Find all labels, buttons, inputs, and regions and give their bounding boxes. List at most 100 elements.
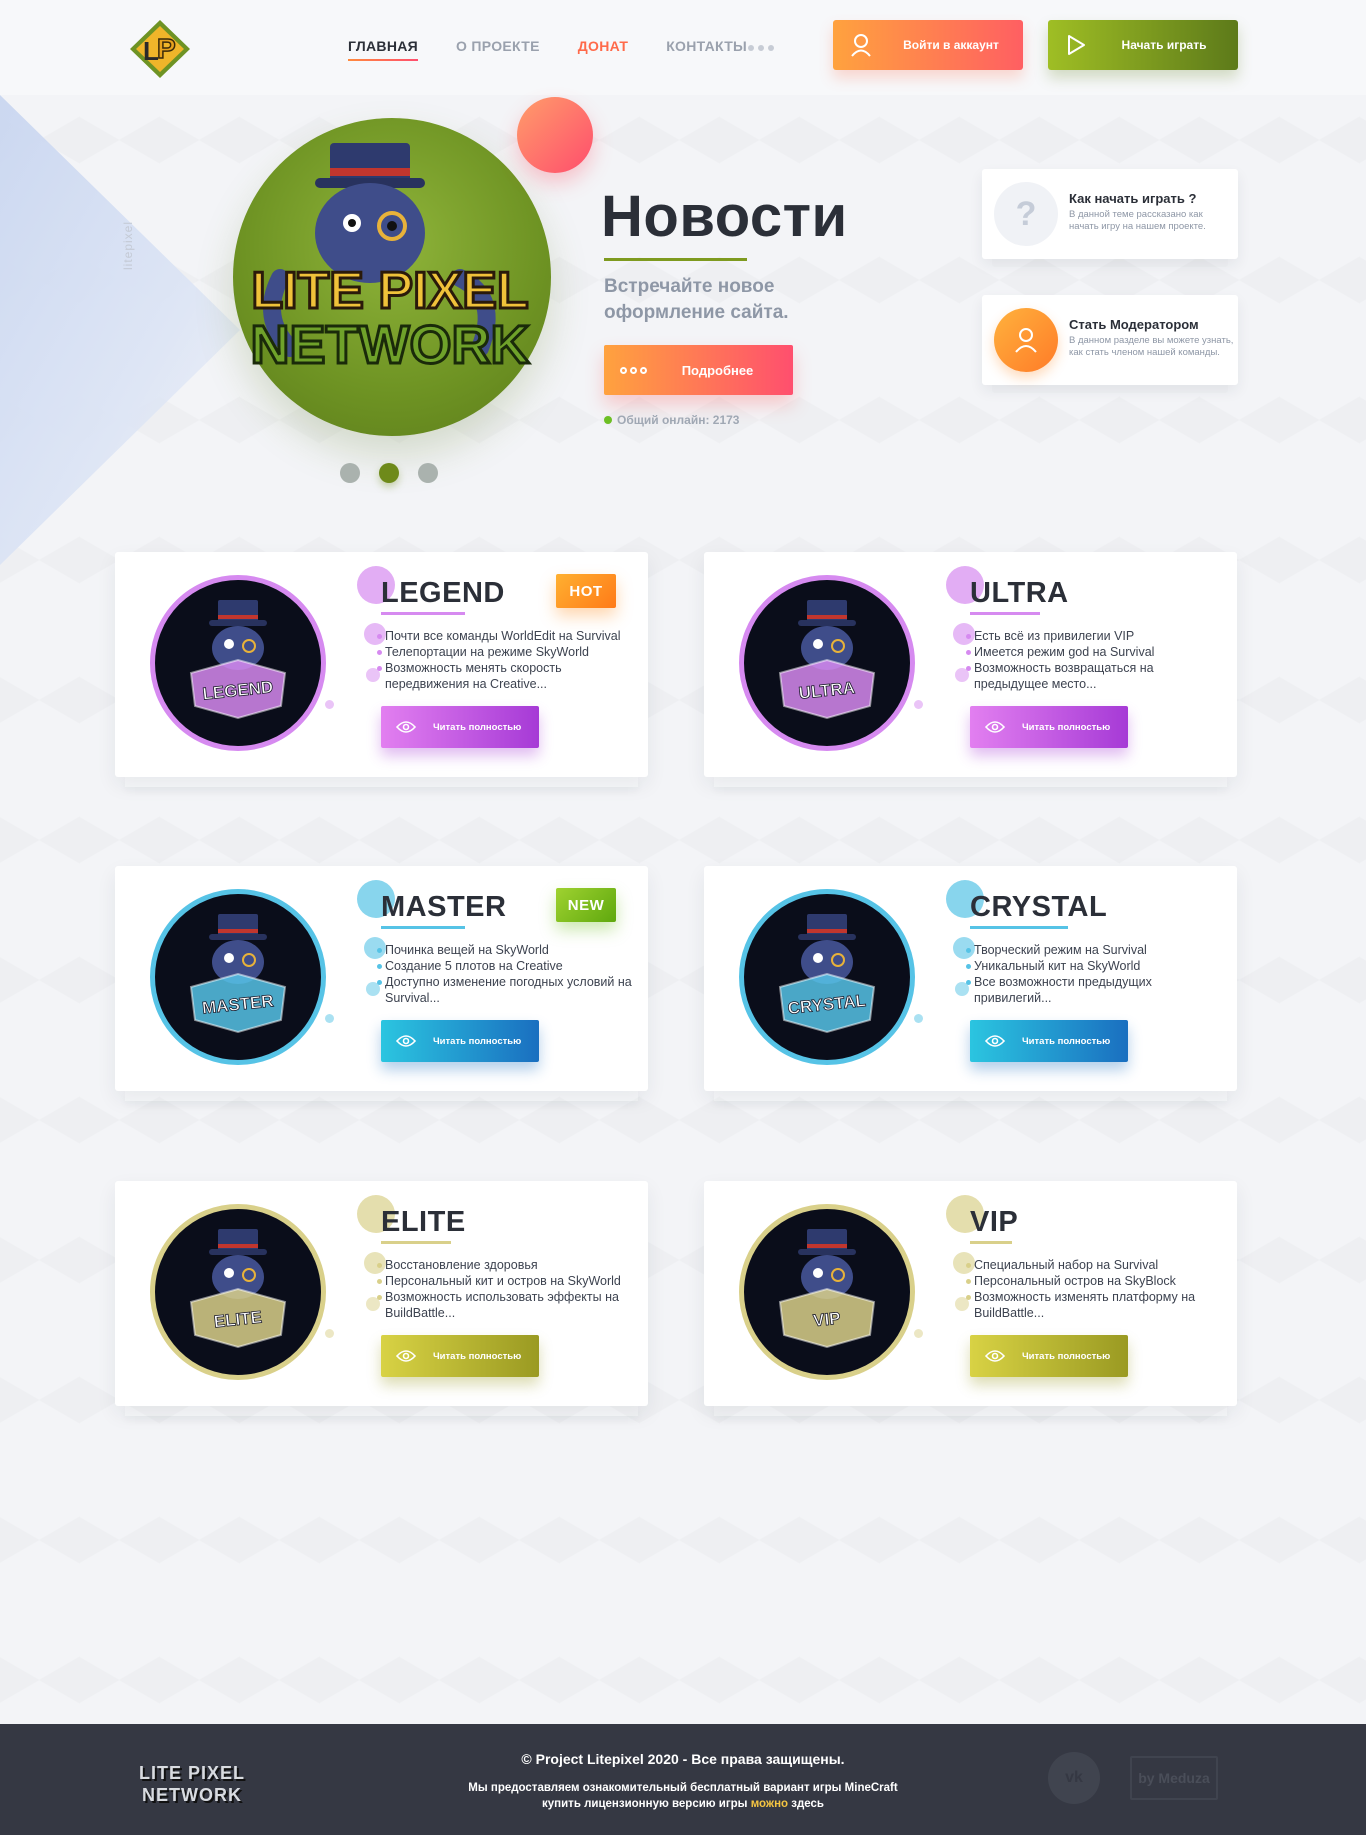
feature-item: Персональный остров на SkyBlock xyxy=(966,1273,1231,1289)
main-nav: ГЛАВНАЯ О ПРОЕКТЕ ДОНАТ КОНТАКТЫ xyxy=(348,38,785,61)
feature-item: Почти все команды WorldEdit на Survival xyxy=(377,628,642,644)
feature-item: Телепортации на режиме SkyWorld xyxy=(377,644,642,660)
eye-icon xyxy=(970,1349,1020,1363)
site-logo[interactable]: L P xyxy=(128,18,192,80)
slider-pagination xyxy=(340,463,438,483)
slider-dot-2[interactable] xyxy=(379,463,399,483)
hero-logo-line1: LITE PIXEL xyxy=(251,262,528,320)
more-button[interactable]: Подробнее xyxy=(604,345,793,395)
buy-license-link[interactable]: можно xyxy=(751,1798,788,1810)
privilege-title: LEGEND xyxy=(381,577,505,609)
privilege-emblem: CRYSTAL xyxy=(739,889,915,1065)
privilege-card-elite: ELITE ELITE Восстановление здоровья Персо… xyxy=(115,1181,648,1424)
nav-contacts[interactable]: КОНТАКТЫ xyxy=(666,38,747,54)
read-more-button[interactable]: Читать полностью xyxy=(970,706,1128,748)
login-label: Войти в аккаунт xyxy=(903,38,999,52)
user-icon xyxy=(833,20,889,70)
info-card-title: Как начать играть ? xyxy=(1069,191,1197,206)
nav-home[interactable]: ГЛАВНАЯ xyxy=(348,38,419,61)
read-more-button[interactable]: Читать полностью xyxy=(970,1335,1128,1377)
hero-logo-line2: NETWORK xyxy=(251,315,530,375)
privilege-emblem: ELITE xyxy=(150,1204,326,1380)
info-card-title: Стать Модератором xyxy=(1069,317,1199,332)
privilege-title: CRYSTAL xyxy=(970,891,1108,923)
eye-icon xyxy=(970,1034,1020,1048)
hero-underline xyxy=(604,258,747,261)
online-counter: Общий онлайн: 2173 xyxy=(604,413,739,427)
read-more-button[interactable]: Читать полностью xyxy=(970,1020,1128,1062)
title-underline xyxy=(970,612,1040,615)
privilege-emblem: LEGEND xyxy=(150,575,326,751)
decor-bubble xyxy=(325,1014,334,1023)
feature-item: Возможность использовать эффекты на Buil… xyxy=(377,1289,642,1321)
slider-dot-1[interactable] xyxy=(340,463,360,483)
title-underline xyxy=(970,1241,1012,1244)
footer-note-text: здесь xyxy=(788,1798,824,1810)
slider-dot-3[interactable] xyxy=(418,463,438,483)
feature-item: Персональный кит и остров на SkyWorld xyxy=(377,1273,642,1289)
read-more-button[interactable]: Читать полностью xyxy=(381,1020,539,1062)
feature-item: Все возможности предыдущих привилегий... xyxy=(966,974,1231,1006)
eye-icon xyxy=(381,720,431,734)
read-more-label: Читать полностью xyxy=(433,1035,522,1047)
privilege-card-master: MASTER MASTER Починка вещей на SkyWorld С… xyxy=(115,866,648,1109)
badge-new: NEW xyxy=(556,888,616,922)
title-underline xyxy=(381,1241,451,1244)
footer: LITE PIXEL NETWORK © Project Litepixel 2… xyxy=(0,1724,1366,1835)
feature-item: Доступно изменение погодных условий на S… xyxy=(377,974,642,1006)
feature-list: Починка вещей на SkyWorld Создание 5 плот… xyxy=(377,942,642,1006)
read-more-label: Читать полностью xyxy=(1022,721,1111,733)
user-icon xyxy=(994,308,1058,372)
read-more-label: Читать полностью xyxy=(1022,1350,1111,1362)
dots-icon xyxy=(604,366,662,374)
feature-item: Починка вещей на SkyWorld xyxy=(377,942,642,958)
decor-bubble xyxy=(325,700,334,709)
login-button[interactable]: Войти в аккаунт xyxy=(833,20,1023,70)
privilege-card-ultra: ULTRA ULTRA Есть всё из привилегии VIP Им… xyxy=(704,552,1237,795)
hero-mascot-logo: LITE PIXEL NETWORK xyxy=(249,143,531,377)
privilege-title: ULTRA xyxy=(970,577,1069,609)
author-badge[interactable]: by Meduza xyxy=(1130,1756,1218,1800)
more-label: Подробнее xyxy=(681,362,754,378)
feature-item: Есть всё из привилегии VIP xyxy=(966,628,1231,644)
nav-about[interactable]: О ПРОЕКТЕ xyxy=(456,38,540,54)
decor-ball xyxy=(517,97,593,173)
title-underline xyxy=(970,926,1068,929)
title-underline xyxy=(381,926,465,929)
emblem-label: VIP xyxy=(812,1309,841,1331)
question-icon: ? xyxy=(994,182,1058,246)
decor-bubble xyxy=(914,1014,923,1023)
info-card-how-to-play[interactable]: ? Как начать играть ? В данной теме расс… xyxy=(982,169,1238,267)
hero-title: Новости xyxy=(601,184,848,249)
feature-item: Уникальный кит на SkyWorld xyxy=(966,958,1231,974)
eye-icon xyxy=(970,720,1020,734)
feature-item: Специальный набор на Survival xyxy=(966,1257,1231,1273)
nav-donate[interactable]: ДОНАТ xyxy=(578,38,628,54)
feature-item: Возможность менять скорость передвижения… xyxy=(377,660,642,692)
more-menu-icon[interactable] xyxy=(748,45,774,51)
hero-subtitle: Встречайте новое оформление сайта. xyxy=(604,276,789,323)
privilege-emblem: ULTRA xyxy=(739,575,915,751)
privilege-title: VIP xyxy=(970,1206,1019,1238)
play-label: Начать играть xyxy=(1121,38,1207,52)
vk-icon[interactable]: vk xyxy=(1048,1752,1100,1804)
play-button[interactable]: Начать играть xyxy=(1048,20,1238,70)
info-card-moderator[interactable]: Стать Модератором В данном разделе вы мо… xyxy=(982,295,1238,393)
info-card-desc: В данной теме рассказано как начать игру… xyxy=(1069,209,1206,232)
privilege-card-vip: VIP VIP Специальный набор на Survival Пер… xyxy=(704,1181,1237,1424)
eye-icon xyxy=(381,1034,431,1048)
privilege-title: ELITE xyxy=(381,1206,466,1238)
decor-bubble xyxy=(914,700,923,709)
decor-bubble xyxy=(914,1329,923,1338)
privilege-card-legend: LEGEND LEGEND Почти все команды WorldEdi… xyxy=(115,552,648,795)
feature-item: Имеется режим god на Survival xyxy=(966,644,1231,660)
read-more-button[interactable]: Читать полностью xyxy=(381,706,539,748)
read-more-button[interactable]: Читать полностью xyxy=(381,1335,539,1377)
title-underline xyxy=(381,612,465,615)
feature-list: Творческий режим на Survival Уникальный к… xyxy=(966,942,1231,1006)
feature-list: Специальный набор на Survival Персональны… xyxy=(966,1257,1231,1321)
online-label: Общий онлайн: 2173 xyxy=(617,413,740,427)
feature-list: Есть всё из привилегии VIP Имеется режим … xyxy=(966,628,1231,692)
feature-item: Творческий режим на Survival xyxy=(966,942,1231,958)
header: L P ГЛАВНАЯ О ПРОЕКТЕ ДОНАТ КОНТАКТЫ Вой… xyxy=(0,0,1366,95)
